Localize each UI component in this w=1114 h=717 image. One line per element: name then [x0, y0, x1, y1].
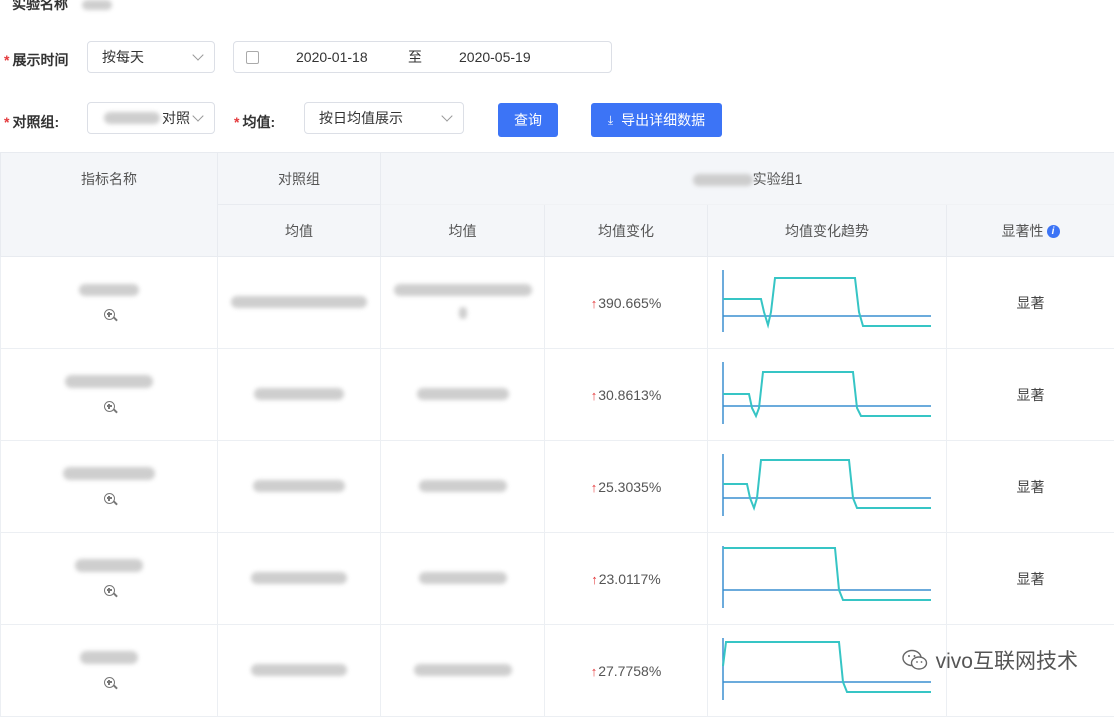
experiment-name-row: 实验名称 [12, 0, 112, 14]
zoom-in-icon[interactable] [104, 307, 115, 323]
display-time-label: *展示时间 [4, 50, 68, 70]
significance-cell: 显著 [947, 257, 1114, 349]
watermark: vivo互联网技术 [902, 645, 1078, 675]
header-metric-name: 指标名称 [1, 153, 218, 257]
date-start[interactable]: 2020-01-18 [296, 49, 376, 65]
experiment-name-value [82, 0, 112, 10]
metric-name-blurred [79, 284, 139, 296]
date-range-picker[interactable]: 2020-01-18 至 2020-05-19 [233, 41, 612, 73]
mean-change-cell: ↑23.0117% [545, 533, 708, 625]
table-row: ↑390.665% 显著 [1, 257, 1114, 349]
header-mean-change: 均值变化 [545, 205, 708, 257]
control-mean-cell [218, 441, 381, 533]
table-row: ↑25.3035% 显著 [1, 441, 1114, 533]
download-icon: ⤓ [608, 113, 613, 128]
mean-select[interactable]: 按日均值展示 [304, 102, 464, 134]
table-row: ↑30.8613% 显著 [1, 349, 1114, 441]
exp-mean-cell [381, 349, 545, 441]
control-mean-cell [218, 533, 381, 625]
exp-mean-cell [381, 533, 545, 625]
header-significance: 显著性i [947, 205, 1114, 257]
header-experiment-group: 实验组1 [381, 153, 1114, 205]
query-button[interactable]: 查询 [498, 103, 558, 137]
date-separator: 至 [408, 47, 422, 67]
trend-chart-cell[interactable] [708, 257, 947, 349]
header-mean-trend: 均值变化趋势 [708, 205, 947, 257]
metric-name-cell [1, 441, 218, 533]
arrow-up-icon: ↑ [591, 388, 598, 403]
results-table: 指标名称 对照组 实验组1 均值 均值 均值变化 均值变化趋势 显著性i ↑39… [0, 152, 1114, 717]
significance-cell: 显著 [947, 533, 1114, 625]
calendar-icon [246, 51, 259, 64]
exp-mean-cell [381, 257, 545, 349]
arrow-up-icon: ↑ [591, 572, 598, 587]
mean-change-cell: ↑390.665% [545, 257, 708, 349]
metric-name-cell [1, 625, 218, 717]
control-group-select[interactable]: 对照 [87, 102, 215, 134]
arrow-up-icon: ↑ [591, 296, 598, 311]
arrow-up-icon: ↑ [591, 480, 598, 495]
export-button[interactable]: ⤓ 导出详细数据 [591, 103, 722, 137]
zoom-in-icon[interactable] [104, 675, 115, 691]
chevron-down-icon [192, 110, 203, 121]
header-exp-mean: 均值 [381, 205, 545, 257]
metric-name-cell [1, 533, 218, 625]
mean-label: *均值: [234, 112, 275, 132]
mean-change-cell: ↑25.3035% [545, 441, 708, 533]
significance-cell: 显著 [947, 349, 1114, 441]
control-mean-cell [218, 625, 381, 717]
metric-name-cell [1, 349, 218, 441]
trend-chart-cell[interactable] [708, 533, 947, 625]
watermark-text: vivo互联网技术 [936, 645, 1078, 675]
control-group-blurred [104, 112, 160, 124]
trend-sparkline[interactable] [721, 360, 933, 426]
exp-mean-cell [381, 441, 545, 533]
trend-sparkline[interactable] [721, 268, 933, 334]
zoom-in-icon[interactable] [104, 583, 115, 599]
display-mode-select[interactable]: 按每天 [87, 41, 215, 73]
wechat-icon [902, 649, 928, 671]
arrow-up-icon: ↑ [591, 664, 598, 679]
chevron-down-icon [192, 49, 203, 60]
header-control-mean: 均值 [218, 205, 381, 257]
trend-sparkline[interactable] [721, 452, 933, 518]
metric-name-cell [1, 257, 218, 349]
experiment-name-label: 实验名称 [12, 0, 68, 12]
control-group-label: *对照组: [4, 112, 59, 132]
header-control-group: 对照组 [218, 153, 381, 205]
control-mean-cell [218, 349, 381, 441]
zoom-in-icon[interactable] [104, 399, 115, 415]
table-row: ↑23.0117% 显著 [1, 533, 1114, 625]
date-end[interactable]: 2020-05-19 [459, 49, 531, 65]
trend-chart-cell[interactable] [708, 349, 947, 441]
control-mean-cell [218, 257, 381, 349]
zoom-in-icon[interactable] [104, 491, 115, 507]
mean-change-cell: ↑30.8613% [545, 349, 708, 441]
trend-sparkline[interactable] [721, 544, 933, 610]
info-icon[interactable]: i [1047, 225, 1060, 238]
exp-mean-cell [381, 625, 545, 717]
chevron-down-icon [441, 110, 452, 121]
experiment-group-blurred [693, 174, 753, 186]
significance-cell: 显著 [947, 441, 1114, 533]
mean-change-cell: ↑27.7758% [545, 625, 708, 717]
trend-chart-cell[interactable] [708, 441, 947, 533]
